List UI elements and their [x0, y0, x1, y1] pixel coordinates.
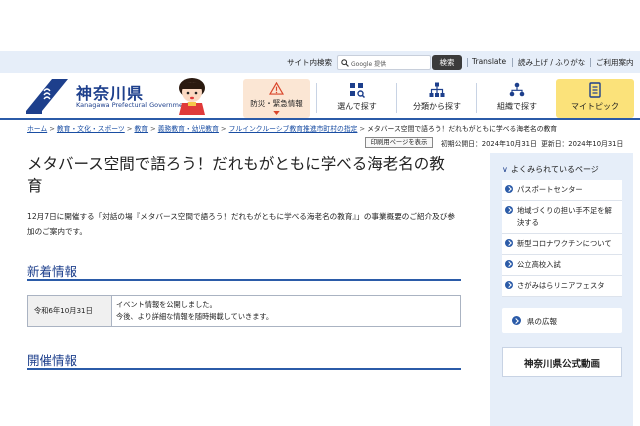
search-input[interactable]: Google 提供	[337, 55, 431, 70]
breadcrumb-separator: >	[150, 125, 156, 133]
page-title: メタバース空間で語ろう！だれもがともに学べる海老名の教育	[27, 155, 445, 195]
user-guide-link[interactable]: ご利用案内	[596, 57, 634, 68]
popular-page-item[interactable]: 新型コロナワクチンについて	[502, 234, 622, 255]
breadcrumb-separator: >	[126, 125, 133, 133]
utility-bar: サイト内検索 Google 提供 検索 Translate 読み上げ / ふりが…	[0, 51, 640, 73]
divider	[590, 58, 591, 67]
nav-divider	[476, 83, 477, 113]
popular-page-item[interactable]: さがみはらリニアフェスタ	[502, 276, 622, 297]
divider	[512, 58, 513, 67]
arrow-circle-icon	[505, 281, 513, 289]
event-heading-text: 開催情報	[27, 353, 78, 368]
breadcrumb-separator: >	[49, 125, 55, 133]
event-heading: 開催情報	[27, 348, 461, 370]
popular-page-label: 新型コロナワクチンについて	[517, 239, 612, 248]
disaster-info-label: 防災・緊急情報	[250, 99, 303, 108]
site-search-label: サイト内検索	[287, 58, 332, 67]
popular-pages-list: パスポートセンター 地域づくりの担い手不足を解決する 新型コロナワクチンについて…	[502, 180, 622, 297]
search-button[interactable]: 検索	[432, 55, 462, 70]
popular-page-label: パスポートセンター	[517, 185, 583, 194]
chevron-down-icon: ∨	[502, 165, 508, 174]
arrow-circle-icon	[505, 260, 513, 268]
nav-label: 分類から探す	[413, 102, 461, 111]
official-video-banner[interactable]: 神奈川県公式動画	[502, 347, 622, 377]
news-line: イベント情報を公開しました。	[116, 300, 217, 309]
breadcrumb-link[interactable]: フルインクルーシブ教育推進市町村の指定	[229, 125, 358, 133]
breadcrumb-link[interactable]: 義務教育・幼児教育	[158, 125, 219, 133]
nav-my-topic[interactable]: マイトピック	[556, 79, 634, 118]
popular-page-label: さがみはらリニアフェスタ	[517, 281, 605, 290]
official-video-label: 神奈川県公式動画	[523, 359, 600, 370]
arrow-circle-icon	[505, 239, 513, 247]
breadcrumb-separator: >	[359, 125, 366, 133]
breadcrumb-current: メタバース空間で語ろう！だれもがともに学べる海老名の教育	[367, 125, 558, 133]
updated-date: 更新日：2024年10月31日	[541, 140, 624, 148]
site-header: 神奈川県 Kanagawa Prefectural Government 防災・…	[0, 73, 640, 120]
news-line: 今後、より詳細な情報を随時掲載していきます。	[116, 312, 274, 321]
breadcrumb-link[interactable]: 教育・文化・スポーツ	[57, 125, 125, 133]
chevron-down-icon	[273, 111, 280, 115]
sidebar: ∨ よくみられているページ パスポートセンター 地域づくりの担い手不足を解決する …	[490, 153, 633, 426]
breadcrumb-link[interactable]: 教育	[134, 125, 148, 133]
breadcrumb: ホーム > 教育・文化・スポーツ > 教育 > 義務教育・幼児教育 > フルインクルーシブ教育推…	[27, 123, 627, 135]
popular-page-label: 公立高校入試	[517, 260, 561, 269]
popular-pages-heading-text: よくみられているページ	[510, 165, 599, 174]
breadcrumb-link[interactable]: ホーム	[27, 125, 47, 133]
nav-organization-search[interactable]: 組織で探す	[478, 79, 556, 118]
nav-divider	[396, 83, 397, 113]
search-icon	[341, 59, 349, 67]
breadcrumb-separator: >	[220, 125, 227, 133]
news-heading-text: 新着情報	[27, 264, 78, 279]
nav-category-search[interactable]: 分類から探す	[398, 79, 476, 118]
disaster-info-button[interactable]: 防災・緊急情報	[243, 79, 310, 118]
organization-icon	[509, 82, 525, 97]
grid-search-icon	[350, 83, 365, 98]
news-table: 令和6年10月31日 イベント情報を公開しました。 今後、より詳細な情報を随時掲…	[27, 295, 461, 327]
nav-label: マイトピック	[571, 102, 619, 111]
bookmark-icon	[589, 82, 601, 98]
arrow-circle-icon	[505, 206, 513, 214]
first-published-date: 初期公開日：2024年10月31日	[441, 140, 537, 148]
news-heading: 新着情報	[27, 259, 461, 281]
search-placeholder: Google 提供	[351, 61, 387, 68]
read-aloud-link[interactable]: 読み上げ / ふりがな	[518, 57, 585, 68]
prefecture-pr-link[interactable]: 県の広報	[502, 308, 622, 333]
nav-label: 選んで探す	[337, 102, 377, 111]
popular-page-item[interactable]: 公立高校入試	[502, 255, 622, 276]
publish-dates: 初期公開日：2024年10月31日 更新日：2024年10月31日	[441, 138, 623, 148]
news-body: イベント情報を公開しました。 今後、より詳細な情報を随時掲載していきます。	[116, 299, 273, 323]
logo-subtitle: Kanagawa Prefectural Government	[76, 101, 190, 109]
divider	[467, 58, 468, 67]
print-button[interactable]: 印刷用ページを表示	[365, 137, 433, 148]
translate-link[interactable]: Translate	[472, 57, 506, 66]
popular-page-label: 地域づくりの担い手不足を解決する	[517, 206, 612, 227]
popular-pages-heading: ∨ よくみられているページ	[502, 164, 622, 175]
mascot-icon	[179, 78, 205, 115]
nav-label: 組織で探す	[497, 102, 537, 111]
intro-text: 12月7日に開催する「対話の場『メタバース空間で語ろう！だれもがともに学べる海老…	[27, 212, 455, 236]
popular-page-item[interactable]: 地域づくりの担い手不足を解決する	[502, 201, 622, 234]
arrow-circle-icon	[512, 316, 521, 325]
kanagawa-logo-icon[interactable]	[22, 77, 72, 115]
news-date: 令和6年10月31日	[28, 296, 112, 326]
category-tree-icon	[429, 82, 445, 97]
prefecture-pr-label: 県の広報	[527, 317, 557, 326]
warning-icon	[269, 82, 284, 95]
popular-page-item[interactable]: パスポートセンター	[502, 180, 622, 201]
nav-select-search[interactable]: 選んで探す	[318, 79, 396, 118]
nav-divider	[316, 83, 317, 113]
arrow-circle-icon	[505, 185, 513, 193]
